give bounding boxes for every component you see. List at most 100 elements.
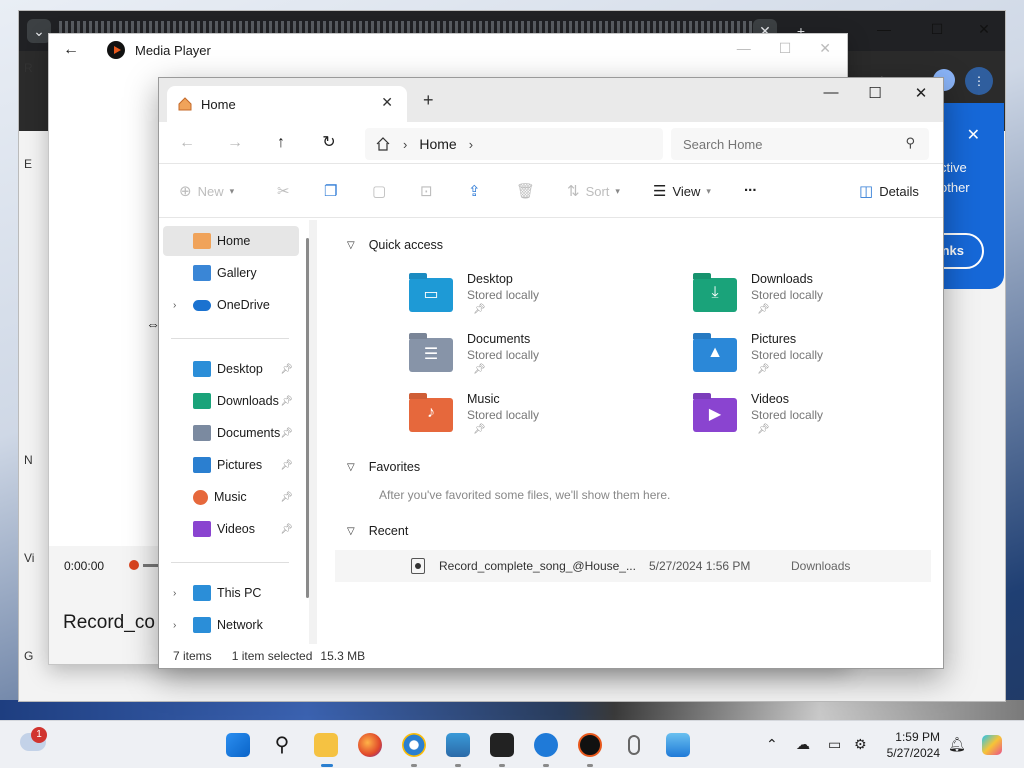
search-input[interactable] [683,136,893,152]
cut-button[interactable]: ✂ [277,182,290,200]
popup-text: ctive other [940,160,970,195]
recent-file-row[interactable]: Record_complete_song_@House_... 5/27/202… [335,550,931,582]
pin-icon: 📌︎ [473,424,486,435]
side-letter: G [24,649,34,663]
firefox-icon[interactable] [358,733,382,757]
sidebar-item-music[interactable]: Music 📌︎ [163,482,299,512]
browser-maximize-icon[interactable]: ☐ [922,21,952,38]
quick-access-header[interactable]: ▽ Quick access [347,238,443,252]
new-button[interactable]: ⊕ New ▾ [179,182,234,200]
sidebar-item-network[interactable]: › Network [163,610,299,640]
terminal-icon[interactable] [490,733,514,757]
tab-close-icon[interactable]: ✕ [381,94,393,111]
new-tab-icon[interactable]: + [423,90,434,111]
maximize-icon[interactable]: ☐ [855,84,895,102]
recent-file-location: Downloads [791,559,851,573]
close-icon[interactable]: ✕ [819,40,831,57]
back-icon[interactable]: ← [175,131,199,155]
rename-button[interactable]: ⊡ [420,182,433,200]
sidebar-scrollbar-track [309,220,317,644]
file-explorer-icon[interactable] [314,733,338,757]
quick-access-item-desktop[interactable]: ▭ Desktop Stored locally 📌︎ [409,272,539,315]
pin-icon: 📌︎ [280,363,293,375]
expand-chevron-icon[interactable]: › [173,300,176,311]
network-offline-icon[interactable]: ☁︎ [796,736,810,753]
chevron-up-icon[interactable]: ⌃ [766,736,778,753]
bell-icon[interactable]: 🔔︎ [948,736,966,753]
sidebar-item-label: OneDrive [217,298,270,312]
browser-minimize-icon[interactable]: — [869,21,899,37]
paste-button[interactable]: ▢ [372,182,386,200]
minimize-icon[interactable]: — [737,40,751,57]
sidebar-item-gallery[interactable]: Gallery [163,258,299,288]
start-icon[interactable] [226,733,250,757]
chevron-down-icon: ▽ [347,461,355,473]
pin-icon: 📌︎ [280,459,293,471]
menu-kebab-icon[interactable]: ⋮ [965,67,993,95]
zoom-icon[interactable] [534,733,558,757]
pin-icon: 📌︎ [757,424,770,435]
seek-handle[interactable] [129,560,139,570]
quick-access-item-documents[interactable]: ☰ Documents Stored locally 📌︎ [409,332,539,375]
breadcrumb-home[interactable]: Home [419,136,456,152]
popup-close-icon[interactable]: ✕ [967,125,980,145]
remote-desktop-icon[interactable] [446,733,470,757]
mouse-icon[interactable] [622,733,646,757]
sidebar-item-documents[interactable]: Documents 📌︎ [163,418,299,448]
display-icon[interactable]: ▭ [828,736,841,753]
favorites-header[interactable]: ▽ Favorites [347,460,420,474]
back-arrow-icon[interactable]: ← [63,41,85,59]
seek-bar[interactable] [143,564,159,567]
sidebar-item-videos[interactable]: Videos 📌︎ [163,514,299,544]
expand-chevron-icon[interactable]: › [173,588,176,599]
sidebar-scrollbar[interactable] [306,238,309,598]
media-player-taskbar-icon[interactable] [578,733,602,757]
address-bar[interactable]: › Home › [365,128,663,160]
forward-icon[interactable]: → [223,131,247,155]
search-box[interactable]: ⚲ [671,128,929,160]
quick-access-item-videos[interactable]: ▶ Videos Stored locally 📌︎ [693,392,823,435]
copilot-icon[interactable] [982,735,1002,755]
media-song-title: Record_co [63,612,155,633]
share-button[interactable]: ⇪ [468,182,481,200]
sort-icon: ⇅ [567,183,580,200]
expand-chevron-icon[interactable]: › [173,620,176,631]
sidebar-item-label: Music [214,490,247,504]
selection-size: 15.3 MB [320,649,366,663]
maximize-icon[interactable]: ☐ [779,40,792,57]
quick-access-item-downloads[interactable]: ⤓ Downloads Stored locally 📌︎ [693,272,823,315]
chevron-right-icon[interactable]: › [469,137,473,152]
settings-icon[interactable]: ⚙︎ [854,736,867,753]
home-outline-icon [376,137,390,151]
item-name: Videos [751,392,789,406]
item-name: Downloads [751,272,813,286]
documents-folder-icon: ☰ [409,338,453,372]
sidebar-item-this-pc[interactable]: › This PC [163,578,299,608]
sidebar-item-downloads[interactable]: Downloads 📌︎ [163,386,299,416]
copy-button[interactable]: ❐ [324,182,337,200]
view-button[interactable]: ☰ View ▾ [653,182,711,200]
refresh-icon[interactable]: ↻ [317,131,341,155]
minimize-icon[interactable]: — [811,84,851,101]
chrome-icon[interactable] [402,733,426,757]
delete-button[interactable]: 🗑︎ [516,182,535,200]
close-icon[interactable]: ✕ [901,84,941,102]
image-viewer-icon[interactable] [666,733,690,757]
sidebar-item-desktop[interactable]: Desktop 📌︎ [163,354,299,384]
sidebar-item-onedrive[interactable]: › OneDrive [163,290,299,320]
sidebar-item-pictures[interactable]: Pictures 📌︎ [163,450,299,480]
clock[interactable]: 1:59 PM 5/27/2024 [887,729,940,761]
sidebar-item-home[interactable]: Home [163,226,299,256]
tab-home[interactable]: Home ✕ [167,86,407,122]
explorer-tabbar: Home ✕ + — ☐ ✕ [159,78,943,122]
quick-access-item-pictures[interactable]: ▲ Pictures Stored locally 📌︎ [693,332,823,375]
file-explorer-window[interactable]: Home ✕ + — ☐ ✕ ← → ↑ ↻ › Home › ⚲ ⊕New▾ … [158,77,944,669]
search-icon[interactable]: ⚲ [270,733,294,757]
up-icon[interactable]: ↑ [269,131,293,155]
quick-access-item-music[interactable]: ♪ Music Stored locally 📌︎ [409,392,539,435]
details-button[interactable]: ◫ Details [859,182,919,200]
sort-button[interactable]: ⇅ Sort ▾ [567,182,620,200]
recent-header[interactable]: ▽ Recent [347,524,408,538]
browser-close-icon[interactable]: ✕ [969,21,999,38]
more-options-button[interactable]: ... [744,178,757,195]
